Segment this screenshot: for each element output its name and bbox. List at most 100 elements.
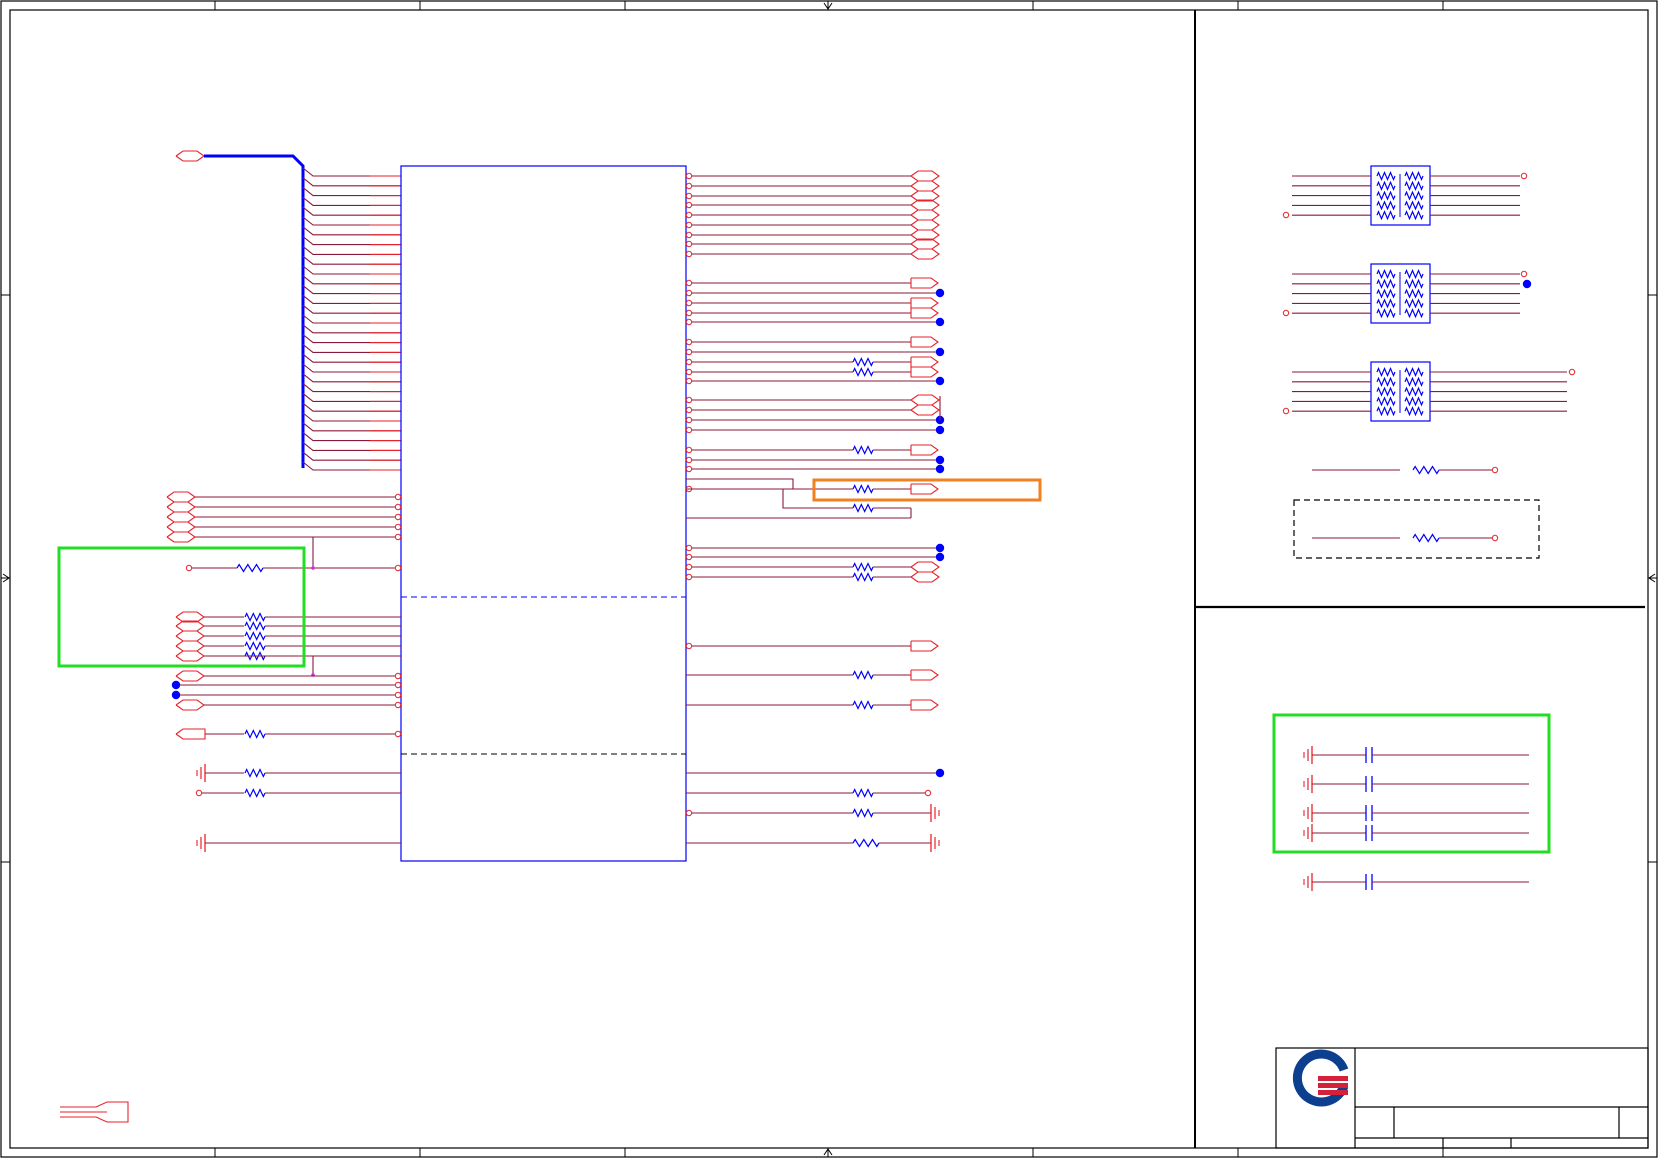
resistor-icon	[852, 503, 874, 513]
pin-icon	[685, 642, 693, 650]
pin-icon	[685, 465, 693, 473]
bus-entry-wire	[302, 363, 401, 373]
offpage-connector-icon	[910, 404, 940, 416]
offpage-connector-icon	[910, 669, 939, 681]
resistor-icon	[852, 788, 874, 798]
pin-icon	[1520, 270, 1528, 278]
pin-icon	[685, 318, 693, 326]
resistor-icon	[1376, 406, 1396, 417]
resistor-icon	[1376, 268, 1396, 280]
pin-icon	[685, 416, 693, 424]
resistor-icon	[1404, 170, 1424, 182]
resistor-icon	[236, 563, 264, 573]
ground-symbol-icon	[1303, 824, 1313, 842]
inner-border	[9, 9, 1649, 1149]
pin-icon	[195, 789, 203, 797]
offpage-connector-icon	[175, 728, 206, 740]
resistor-icon	[1412, 465, 1440, 475]
pin-icon	[685, 563, 693, 571]
resistor-icon	[1404, 288, 1424, 299]
capacitor-icon	[1365, 776, 1373, 792]
junction-dot-icon	[935, 376, 945, 386]
resistor-icon	[852, 670, 874, 680]
ic-body	[400, 165, 687, 862]
pin-icon	[1282, 407, 1290, 415]
resistor-icon	[1376, 278, 1396, 289]
pin-icon	[394, 523, 402, 531]
pin-icon	[1282, 211, 1290, 219]
offpage-connector-icon	[910, 277, 939, 289]
logo-stripe	[1318, 1076, 1348, 1081]
pin-icon	[1491, 466, 1499, 474]
pin-icon	[394, 701, 402, 709]
resistor-icon	[1376, 376, 1396, 387]
junction-dot-icon	[171, 690, 181, 700]
resistor-icon	[244, 612, 266, 622]
pin-icon	[1568, 368, 1576, 376]
bus-entry-wire	[302, 383, 401, 393]
bus-entry-wire	[302, 167, 401, 177]
pin-icon	[685, 348, 693, 356]
pin-icon	[685, 250, 693, 258]
highlight-box-green	[57, 546, 306, 668]
resistor-icon	[1412, 533, 1440, 543]
pin-icon	[685, 446, 693, 454]
offpage-connector-icon	[166, 491, 196, 503]
bus-line	[204, 154, 305, 468]
pin-icon	[685, 240, 693, 248]
resistor-icon	[1376, 288, 1396, 299]
junction-dot-icon	[935, 425, 945, 435]
bus-entry-wire	[302, 441, 401, 451]
ground-symbol-icon	[930, 834, 940, 852]
resistor-icon	[244, 768, 266, 778]
offpage-connector-icon	[910, 307, 939, 319]
junction-dot-icon	[171, 680, 181, 690]
resistor-network-icon	[1292, 361, 1567, 422]
bus-entry-wire	[302, 196, 401, 206]
offpage-connector-icon	[175, 699, 205, 711]
bus-entry-wire	[302, 392, 401, 402]
ground-symbol-icon	[930, 804, 940, 822]
bus-entry-wire	[302, 285, 401, 295]
junction-dot-icon	[311, 566, 315, 570]
bus-entry-wire	[302, 451, 401, 461]
highlight-boxes	[57, 478, 1551, 854]
offpage-connector-icon	[910, 297, 939, 309]
resistor-icon	[852, 808, 874, 818]
resistor-icon	[1376, 210, 1396, 221]
offpage-connector-icon	[175, 670, 205, 682]
resistor-icon	[1376, 308, 1396, 319]
bus-entry-wire	[302, 343, 401, 353]
resistor-icon	[852, 357, 874, 367]
resistor-icon	[1404, 376, 1424, 387]
resistor-icon	[852, 562, 874, 572]
logo-stripe	[1318, 1090, 1348, 1095]
bus-entry-wire	[302, 432, 401, 442]
pin-icon	[685, 338, 693, 346]
bus-entry-wire	[302, 373, 401, 383]
offpage-connector-icon	[910, 444, 939, 456]
pin-icon	[685, 309, 693, 317]
bus-entry-wire	[302, 412, 401, 422]
resistor-icon	[1404, 278, 1424, 289]
bus-entry-wire	[302, 206, 401, 216]
offpage-connector-icon	[910, 699, 939, 711]
resistor-icon	[1404, 190, 1424, 201]
pin-icon	[1520, 172, 1528, 180]
offpage-connector-icon	[910, 180, 940, 192]
resistor-icon	[852, 572, 874, 582]
resistor-icon	[1404, 406, 1424, 417]
offpage-connector-icon	[910, 366, 939, 378]
pin-icon	[685, 426, 693, 434]
junction-dot-icon	[935, 768, 945, 778]
pin-icon	[685, 231, 693, 239]
bus-entry-wire	[302, 265, 401, 275]
main-ic	[400, 165, 687, 862]
pin-icon	[685, 221, 693, 229]
pin-icon	[685, 211, 693, 219]
junction-dot-icon	[935, 317, 945, 327]
optional-component-box	[1293, 499, 1540, 559]
decoupling-capacitors	[1303, 746, 1529, 891]
logo-stripe	[1318, 1083, 1348, 1088]
bus-entry-wire	[302, 353, 401, 363]
